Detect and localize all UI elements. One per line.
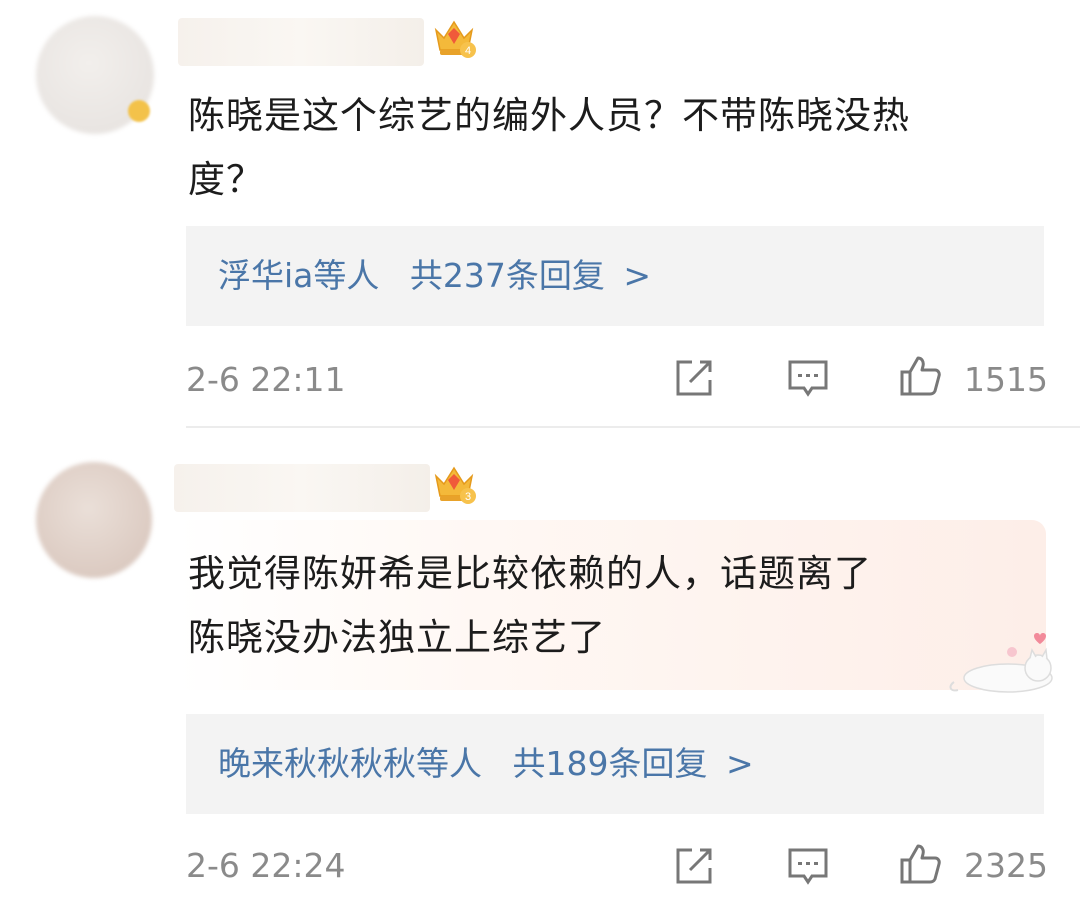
share-icon[interactable] (672, 844, 716, 888)
share-icon[interactable] (672, 356, 716, 400)
comment-time: 2-6 22:11 (186, 360, 346, 399)
comment-icon[interactable] (786, 356, 830, 400)
comment-text-line: 陈晓没办法独立上综艺了 (188, 616, 606, 659)
username[interactable] (178, 18, 424, 66)
reply-summary[interactable]: 浮华ia等人 共237条回复 > (186, 226, 1044, 326)
thumbs-up-icon[interactable] (898, 354, 942, 398)
comment-time: 2-6 22:24 (186, 846, 346, 885)
chevron-right-icon: > (726, 744, 754, 783)
avatar-badge (128, 100, 150, 122)
cat-sticker-icon (949, 633, 1053, 693)
comment-icon[interactable] (786, 844, 830, 888)
comment-text-line: 陈晓是这个综艺的编外人员？不带陈晓没热 (188, 94, 910, 137)
reply-count[interactable]: 共189条回复 (513, 744, 708, 783)
comment-text-line: 我觉得陈妍希是比较依赖的人，话题离了 (188, 552, 872, 595)
username[interactable] (174, 464, 430, 512)
like-count: 2325 (964, 846, 1048, 885)
reply-summary[interactable]: 晚来秋秋秋秋等人 共189条回复 > (186, 714, 1044, 814)
reply-count[interactable]: 共237条回复 (410, 256, 605, 295)
crown-icon: 4 (434, 20, 476, 58)
reply-users[interactable]: 晚来秋秋秋秋等人 (218, 744, 482, 783)
divider (186, 426, 1080, 428)
thumbs-up-icon[interactable] (898, 842, 942, 886)
comment-item: 3 我觉得陈妍希是比较依赖的人，话题离了 陈晓没办法独立上综艺了 晚来秋秋秋秋等… (0, 430, 1080, 911)
avatar[interactable] (36, 462, 152, 578)
crown-icon: 3 (434, 466, 476, 504)
like-count: 1515 (964, 360, 1048, 399)
svg-text:3: 3 (465, 491, 471, 503)
svg-text:4: 4 (465, 45, 471, 57)
reply-users[interactable]: 浮华ia等人 (218, 256, 379, 295)
chevron-right-icon: > (623, 256, 652, 295)
comment-text-line: 度？ (188, 158, 264, 201)
comment-item: 4 陈晓是这个综艺的编外人员？不带陈晓没热 度？ 浮华ia等人 共237条回复 … (0, 0, 1080, 428)
